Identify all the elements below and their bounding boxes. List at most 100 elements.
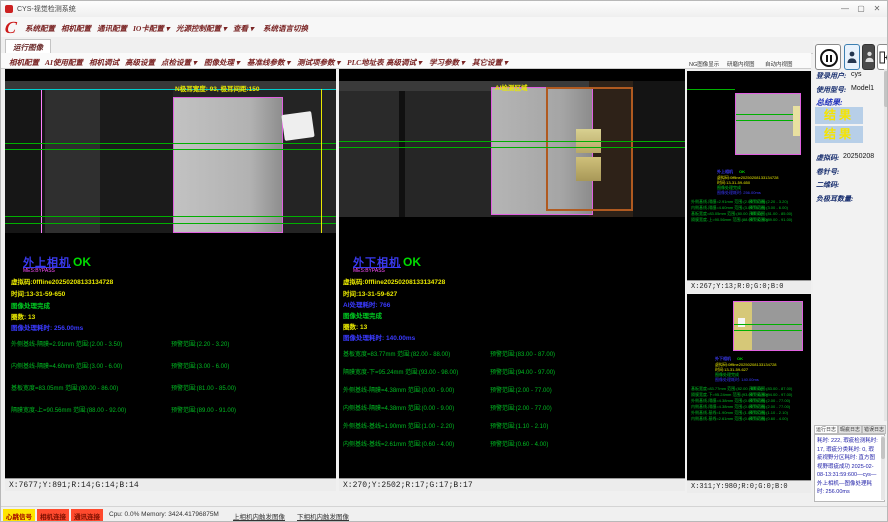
- thumb-panel-b[interactable]: 外下相机OK 虚拟码:0ffline20250208133134728 时间:1…: [687, 294, 811, 493]
- ai-detect-box: [546, 87, 633, 211]
- measurement-value: 内侧基线-隔膜=4.60mm 范围:(3.00 - 6.00): [11, 361, 122, 370]
- mes-note: MES:BYPASS: [353, 268, 385, 274]
- green-line-4: [5, 223, 336, 224]
- machine-rail: [5, 81, 336, 89]
- menu-item-system-config[interactable]: 系统配置: [25, 23, 55, 34]
- model-value: Model1: [851, 85, 874, 92]
- tool-test-param[interactable]: 测试项参数 ▾: [297, 57, 340, 68]
- menu-item-view[interactable]: 查看 ▾: [233, 23, 254, 34]
- measurement-value: 内侧基线-隔膜=4.38mm 范围:(0.00 - 9.00): [343, 403, 454, 412]
- thumb-tab-auto[interactable]: 自动内视图: [765, 60, 793, 68]
- close-button[interactable]: ✕: [869, 2, 885, 15]
- pixel-status-bar: X:267;Y:13;R:0;G:0;B:0: [687, 280, 811, 293]
- maximize-button[interactable]: ▢: [853, 2, 869, 15]
- operator-icon: [865, 51, 874, 63]
- loops-line: 圈数: 13: [11, 311, 35, 321]
- proc-time-line: 图像处理耗时: 140.00ms: [343, 332, 415, 342]
- cpu-memory-status: Cpu: 0.0% Memory: 3424.41796875M: [109, 511, 219, 518]
- log-output[interactable]: 耗时: 222, 瑕疵检测耗时: 17, 瑕疵分类耗时: 0, 瑕疵视野分区耗时…: [814, 434, 885, 502]
- tool-spot-check[interactable]: 点检设置 ▾: [161, 57, 197, 68]
- thumb-a-image: [735, 93, 801, 155]
- thumb-panel-a[interactable]: 外上相机OK 虚拟码:0ffline20250208133134728 时间:1…: [687, 71, 811, 293]
- tool-camera-config[interactable]: 相机配置: [9, 57, 39, 68]
- measurement-value: 外侧基线-隔膜=4.38mm 范围:(0.00 - 9.00): [343, 385, 454, 394]
- tool-image-process[interactable]: 图像处理 ▾: [204, 57, 240, 68]
- machine-right: [633, 81, 685, 217]
- menu-item-camera-config[interactable]: 相机配置: [61, 23, 91, 34]
- measurement-row: 隔膜宽度-上=90.56mm 范围:(88.00 - 92.00) 预警范围:(…: [5, 405, 336, 413]
- mid-camera-panel: AI检测区域 外下相机OK MES:BYPASS 虚拟码:0ffline2025…: [339, 69, 685, 491]
- green-line-1: [5, 143, 336, 144]
- image-annotation: N极耳宽度: 93, 极耳间距:150: [175, 83, 260, 93]
- barcode-line: 虚拟码:0ffline20250208133134728: [343, 276, 445, 286]
- log-scrollbar[interactable]: [881, 436, 885, 500]
- pause-button[interactable]: [815, 44, 841, 70]
- ok-badge: OK: [73, 255, 91, 269]
- operator-button[interactable]: [862, 44, 875, 70]
- measurement-value: 内侧基线-基线=2.61mm 范围:(0.60 - 4.00): [343, 439, 454, 448]
- warning-range: 预警范围:(89.00 - 91.00): [171, 405, 236, 414]
- mid-camera-image[interactable]: AI检测区域: [339, 81, 685, 217]
- tool-ai-config[interactable]: AI使用配置: [45, 57, 83, 68]
- result-badge-2: 结果: [815, 126, 863, 143]
- minimize-button[interactable]: —: [837, 2, 853, 15]
- log-tab-defect[interactable]: 瑕疵日志: [838, 425, 862, 434]
- warning-range: 预警范围:(0.60 - 4.00): [490, 439, 548, 448]
- done-line: 图像处理完成: [11, 300, 50, 310]
- time-line: 时间:13-31-59-627: [343, 288, 397, 298]
- tool-camera-debug[interactable]: 相机调试: [89, 57, 119, 68]
- user-button[interactable]: [844, 44, 860, 70]
- green-line-3: [5, 216, 336, 217]
- time-line: 时间:13-31-59-650: [11, 288, 65, 298]
- mini-ok: OK: [739, 169, 745, 174]
- tool-other-set[interactable]: 其它设置 ▾: [472, 57, 508, 68]
- machine-mid: [405, 81, 491, 217]
- measurement-value: 隔膜宽度-下=95.24mm 范围:(93.00 - 98.00): [343, 367, 458, 376]
- menu-item-language-switch[interactable]: 系统语言切换: [263, 23, 308, 34]
- bright-strip: [793, 106, 800, 136]
- log-tab-run[interactable]: 运行日志: [814, 425, 838, 434]
- ai-time-line: AI处理耗时: 766: [343, 299, 390, 309]
- measurement-row: 内侧基线-隔膜=4.38mm 范围:(0.00 - 9.00) 预警范围:(2.…: [339, 403, 685, 411]
- tool-adv-debug[interactable]: 高级调试 ▾: [386, 57, 422, 68]
- menu-item-comm-config[interactable]: 通讯配置: [97, 23, 127, 34]
- app-window: CYS-视觉检测系统 — ▢ ✕ C 系统配置 相机配置 通讯配置 IO卡配置 …: [0, 0, 888, 522]
- mini-proc: 图像处理耗时: 140.00ms: [715, 377, 759, 383]
- exit-button[interactable]: [877, 44, 888, 70]
- tool-advanced-set[interactable]: 高级设置: [125, 57, 155, 68]
- measurement-row: 内侧基线-基线=2.61mm 范围:(0.60 - 4.00) 预警范围:(0.…: [339, 439, 685, 447]
- machine-gap: [100, 81, 173, 233]
- yellow-guide-line: [321, 89, 322, 233]
- side-scrollbar[interactable]: [884, 69, 888, 421]
- proc-time-line: 图像处理耗时: 256.00ms: [11, 322, 83, 332]
- upper-camera-trigger[interactable]: 上相机内触发图像: [233, 511, 285, 521]
- scroll-thumb[interactable]: [884, 71, 888, 107]
- menu-item-io-config[interactable]: IO卡配置 ▾: [133, 23, 169, 34]
- measurement-row: 基板宽度=83.77mm 范围:(82.00 - 88.00) 预警范围:(83…: [339, 349, 685, 357]
- menu-item-light-config[interactable]: 光源控制配置 ▾: [176, 23, 227, 34]
- machine-left: [339, 81, 399, 217]
- lower-camera-trigger[interactable]: 下相机内触发图像: [297, 511, 349, 521]
- tool-baseline-param[interactable]: 基准线参数 ▾: [247, 57, 290, 68]
- warning-range: 预警范围:(83.00 - 87.00): [490, 349, 555, 358]
- measurement-row: 内侧基线-隔膜=4.60mm 范围:(3.00 - 6.00) 预警范围:(3.…: [5, 361, 336, 369]
- model-label: 使用型号:: [816, 85, 846, 95]
- pin-number-label: 卷针号:: [816, 167, 839, 177]
- title-bar: CYS-视觉检测系统 — ▢ ✕: [1, 1, 887, 18]
- warning-range: 预警范围:(1.10 - 2.10): [490, 421, 548, 430]
- thumb-tab-ng[interactable]: NG图像显示: [689, 60, 719, 68]
- tool-learn-param[interactable]: 学习参数 ▾: [429, 57, 465, 68]
- exit-door-icon: [879, 51, 888, 64]
- log-tab-error[interactable]: 错误日志: [862, 425, 886, 434]
- tool-plc-table[interactable]: PLC地址表: [347, 57, 384, 68]
- login-user-value: cys: [851, 71, 862, 78]
- warning-range: 预警范围:(94.00 - 97.00): [490, 367, 555, 376]
- left-camera-image[interactable]: N极耳宽度: 93, 极耳间距:150: [5, 81, 336, 233]
- barcode-line: 虚拟码:0ffline20250208133134728: [11, 276, 113, 286]
- pixel-status-bar: X:7677;Y:891;R:14;G:14;B:14: [5, 478, 336, 491]
- log-scroll-thumb[interactable]: [881, 437, 885, 459]
- thumb-tab-mid[interactable]: 研磨内视图: [727, 60, 755, 68]
- green-line: [736, 114, 801, 115]
- pixel-status-bar: X:311;Y:980;R:0;G:0;B:0: [687, 480, 811, 493]
- app-icon: [5, 5, 13, 13]
